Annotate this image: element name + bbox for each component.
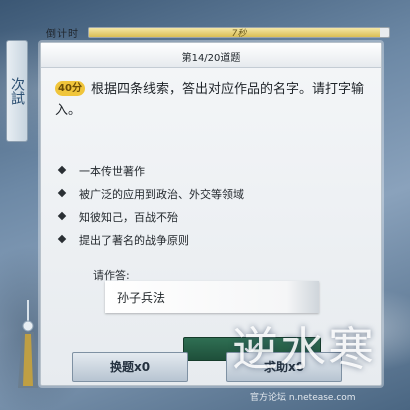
question-number: 第14/20道题: [181, 53, 241, 64]
countdown-remaining: 7秒: [231, 29, 247, 38]
diamond-bullet-icon: [57, 211, 67, 221]
clue-list: 一本传世著作 被广泛的应用到政治、外交等领域 知彼知己，百战不殆 提出了著名的战…: [55, 161, 365, 253]
clue-text: 被广泛的应用到政治、外交等领域: [79, 188, 244, 201]
diamond-bullet-icon: [57, 165, 67, 175]
clue-item: 知彼知己，百战不殆: [55, 207, 365, 230]
clue-text: 提出了著名的战争原则: [79, 234, 189, 247]
game-logo-watermark: 逆水寒: [232, 322, 376, 376]
clue-item: 提出了著名的战争原则: [55, 230, 365, 253]
diamond-bullet-icon: [57, 188, 67, 198]
countdown-bar: 倒计时 7秒: [38, 22, 392, 42]
score-badge: 40分: [55, 81, 85, 96]
countdown-label: 倒计时: [46, 29, 79, 40]
clue-text: 一本传世著作: [79, 165, 145, 178]
change-question-button[interactable]: 换题x0: [72, 352, 188, 382]
clue-text: 知彼知己，百战不殆: [79, 211, 178, 224]
clue-item: 一本传世著作: [55, 161, 365, 184]
event-banner: 次試: [6, 40, 28, 142]
clue-item: 被广泛的应用到政治、外交等领域: [55, 184, 365, 207]
question-prompt: 根据四条线索，答出对应作品的名字。请打字输入。: [55, 82, 365, 118]
diamond-bullet-icon: [57, 234, 67, 244]
forum-footer-text: 官方论坛 n.netease.com: [250, 393, 356, 403]
answer-input[interactable]: [105, 281, 319, 313]
question-header: 第14/20道题: [41, 43, 381, 68]
countdown-track: 7秒: [88, 27, 390, 38]
